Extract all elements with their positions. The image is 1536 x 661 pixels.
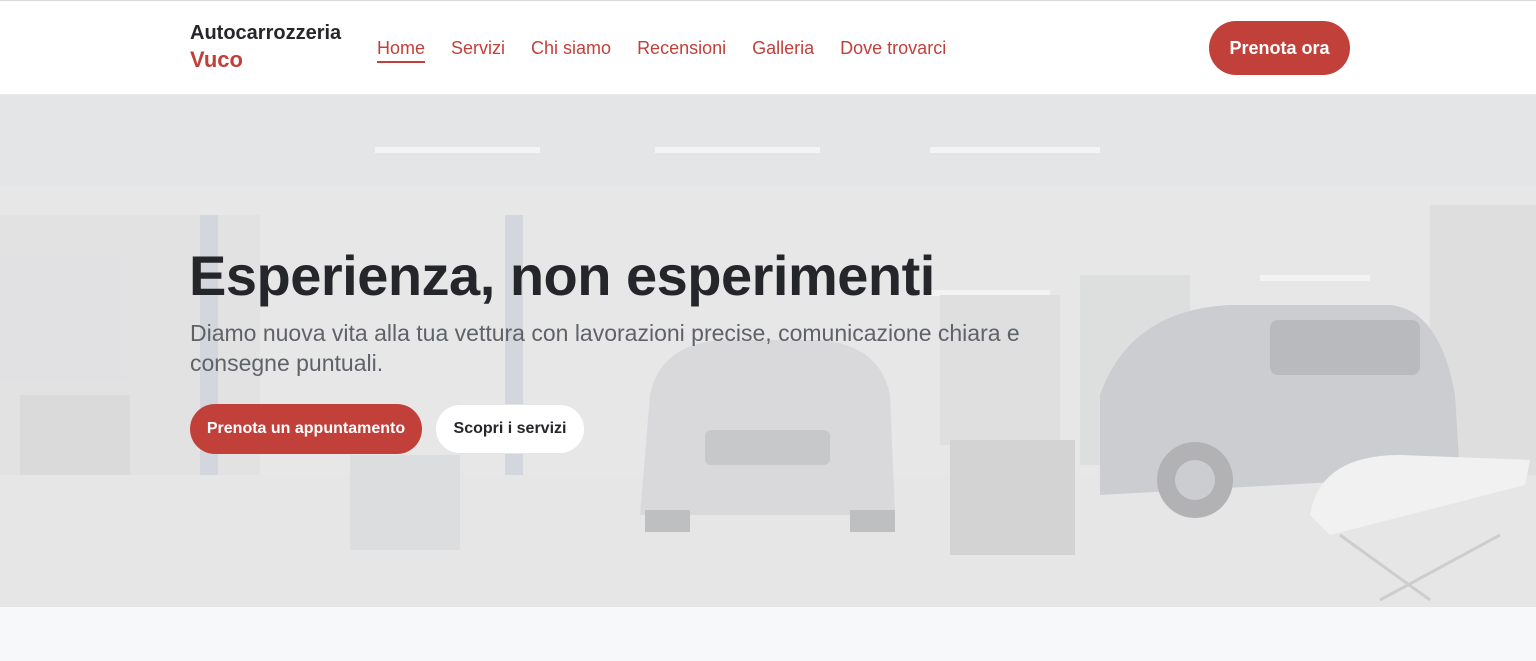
brand-name-line1: Autocarrozzeria xyxy=(190,22,342,44)
book-appointment-button[interactable]: Prenota un appuntamento xyxy=(190,404,422,454)
brand-name-line2: Vuco xyxy=(190,47,243,72)
nav-home[interactable]: Home xyxy=(377,37,426,63)
nav-dove-trovarci[interactable]: Dove trovarci xyxy=(840,37,946,63)
nav-galleria[interactable]: Galleria xyxy=(752,37,814,63)
hero-section: Esperienza, non esperimenti Diamo nuova … xyxy=(0,95,1536,607)
book-now-button[interactable]: Prenota ora xyxy=(1209,21,1350,75)
discover-services-button[interactable]: Scopri i servizi xyxy=(435,404,585,454)
next-section xyxy=(0,607,1536,661)
nav-recensioni[interactable]: Recensioni xyxy=(637,37,726,63)
hero-subtitle: Diamo nuova vita alla tua vettura con la… xyxy=(190,320,1020,376)
nav-chi-siamo[interactable]: Chi siamo xyxy=(531,37,611,63)
site-header: Autocarrozzeria Vuco Home Servizi Chi si… xyxy=(0,1,1536,95)
brand-logo[interactable]: Autocarrozzeria Vuco xyxy=(190,21,341,75)
main-nav: Home Servizi Chi siamo Recensioni Galler… xyxy=(377,37,946,63)
hero-title: Esperienza, non esperimenti xyxy=(189,244,935,307)
nav-servizi[interactable]: Servizi xyxy=(451,37,505,63)
